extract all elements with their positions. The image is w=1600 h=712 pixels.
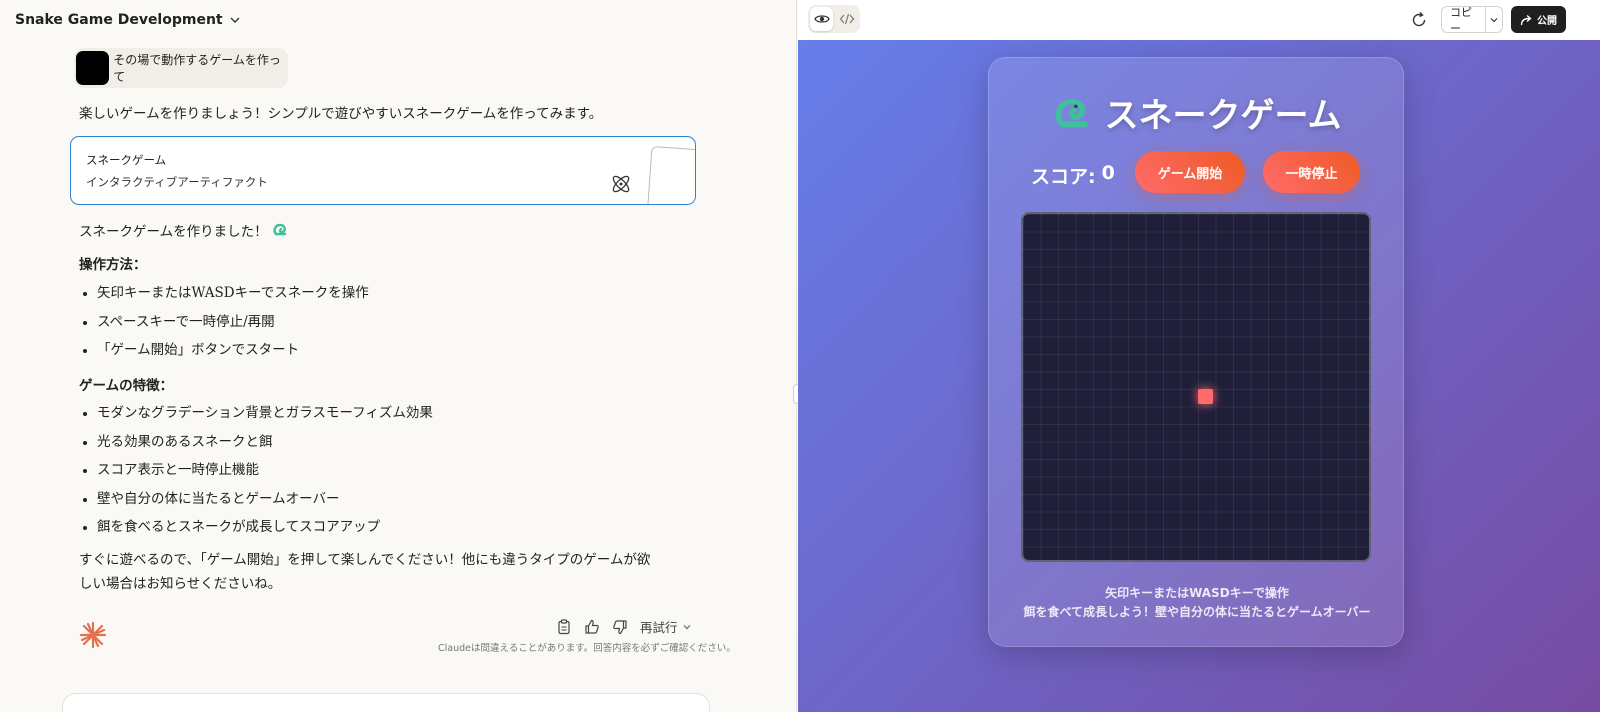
list-item: 餌を食べるとスネークが成長してスコアアップ bbox=[79, 513, 433, 542]
refresh-icon[interactable] bbox=[1410, 11, 1428, 29]
list-item: 光る効果のあるスネークと餌 bbox=[79, 428, 433, 457]
game-stage: スネークゲーム スコア: 0 ゲーム開始 一時停止 矢印キーまたはWASDキーで… bbox=[798, 40, 1600, 712]
copy-button-group: コピー bbox=[1441, 6, 1503, 35]
artifact-toolbar: コピー 公開 bbox=[798, 0, 1600, 40]
done-text: スネークゲームを作りました！ bbox=[79, 224, 268, 240]
copy-clipboard-icon[interactable] bbox=[556, 618, 572, 635]
list-item: スコア表示と一時停止機能 bbox=[79, 456, 433, 485]
pause-button[interactable]: 一時停止 bbox=[1263, 151, 1360, 193]
thumbs-up-icon[interactable] bbox=[584, 619, 600, 635]
retry-button[interactable]: 再試行 bbox=[640, 617, 692, 636]
publish-button[interactable]: 公開 bbox=[1511, 6, 1566, 33]
share-arrow-icon bbox=[1520, 14, 1532, 25]
artifact-title: スネークゲーム bbox=[86, 153, 167, 167]
controls-heading: 操作方法： bbox=[79, 257, 147, 273]
retry-label: 再試行 bbox=[640, 620, 678, 635]
features-heading: ゲームの特徴： bbox=[79, 378, 174, 394]
list-item: 壁や自分の体に当たるとゲームオーバー bbox=[79, 485, 433, 514]
list-item: 矢印キーまたはWASDキーでスネークを操作 bbox=[79, 279, 369, 308]
score-label: スコア: bbox=[1031, 166, 1096, 188]
artifact-card[interactable]: スネークゲーム インタラクティブアーティファクト bbox=[70, 136, 696, 205]
disclaimer: Claudeは間違えることがあります。回答内容を必ずご確認ください。 bbox=[438, 643, 736, 654]
view-toggle bbox=[808, 5, 860, 33]
artifact-pane: コピー 公開 スネークゲーム スコア: 0 ゲーム開始 一時停止 矢印キーまたは… bbox=[798, 0, 1600, 712]
game-title: スネークゲーム bbox=[989, 88, 1405, 137]
claude-spark-icon bbox=[79, 621, 107, 649]
user-message: その場で動作するゲームを作って bbox=[74, 48, 288, 88]
code-tab[interactable] bbox=[835, 7, 858, 31]
chat-header: Snake Game Development bbox=[0, 0, 797, 40]
game-board[interactable] bbox=[1021, 212, 1371, 562]
assistant-intro: 楽しいゲームを作りましょう！シンプルで遊びやすいスネークゲームを作ってみます。 bbox=[79, 106, 603, 122]
start-game-button[interactable]: ゲーム開始 bbox=[1135, 151, 1245, 193]
copy-options-button[interactable] bbox=[1486, 15, 1502, 25]
list-item: スペースキーで一時停止/再開 bbox=[79, 308, 369, 337]
food-item bbox=[1198, 389, 1213, 404]
snake-icon bbox=[1055, 98, 1088, 127]
conversation-title[interactable]: Snake Game Development bbox=[15, 12, 223, 28]
artifact-subtitle: インタラクティブアーティファクト bbox=[86, 175, 268, 189]
features-list: モダンなグラデーション背景とガラスモーフィズム効果 光る効果のあるスネークと餌 … bbox=[79, 399, 433, 542]
closing-line-1: すぐに遊べるので、「ゲーム開始」を押して楽しんでください！他にも違うタイプのゲー… bbox=[79, 552, 651, 568]
assistant-done: スネークゲームを作りました！ bbox=[79, 220, 288, 240]
thumbs-down-icon[interactable] bbox=[612, 619, 628, 635]
code-icon bbox=[839, 13, 854, 25]
score-value: 0 bbox=[1101, 162, 1115, 184]
list-item: 「ゲーム開始」ボタンでスタート bbox=[79, 336, 369, 365]
avatar bbox=[76, 51, 110, 85]
closing-line-2: しい場合はお知らせくださいね。 bbox=[79, 576, 282, 592]
instruction-line-1: 矢印キーまたはWASDキーで操作 bbox=[1105, 586, 1289, 600]
chevron-down-icon bbox=[683, 624, 690, 629]
user-message-text: その場で動作するゲームを作って bbox=[113, 53, 281, 84]
chevron-down-icon[interactable] bbox=[229, 14, 241, 26]
copy-button[interactable]: コピー bbox=[1442, 6, 1486, 35]
chevron-down-icon bbox=[1490, 17, 1498, 22]
chat-pane: Snake Game Development その場で動作するゲームを作って 楽… bbox=[0, 0, 797, 712]
list-item: モダンなグラデーション背景とガラスモーフィズム効果 bbox=[79, 399, 433, 428]
snake-emoji-icon bbox=[273, 223, 286, 236]
preview-tab[interactable] bbox=[810, 7, 833, 31]
publish-label: 公開 bbox=[1537, 16, 1557, 27]
game-title-text: スネークゲーム bbox=[1104, 96, 1342, 136]
eye-icon bbox=[813, 15, 830, 23]
score-display: スコア: 0 bbox=[1031, 162, 1115, 189]
artifact-preview-thumbnail bbox=[646, 145, 695, 204]
message-actions: 再試行 bbox=[556, 617, 692, 636]
atom-icon bbox=[612, 175, 630, 193]
game-container: スネークゲーム スコア: 0 ゲーム開始 一時停止 矢印キーまたはWASDキーで… bbox=[988, 57, 1404, 647]
instruction-line-2: 餌を食べて成長しよう！壁や自分の体に当たるとゲームオーバー bbox=[1023, 605, 1371, 619]
message-input[interactable] bbox=[62, 693, 710, 712]
controls-list: 矢印キーまたはWASDキーでスネークを操作 スペースキーで一時停止/再開 「ゲー… bbox=[79, 279, 369, 365]
